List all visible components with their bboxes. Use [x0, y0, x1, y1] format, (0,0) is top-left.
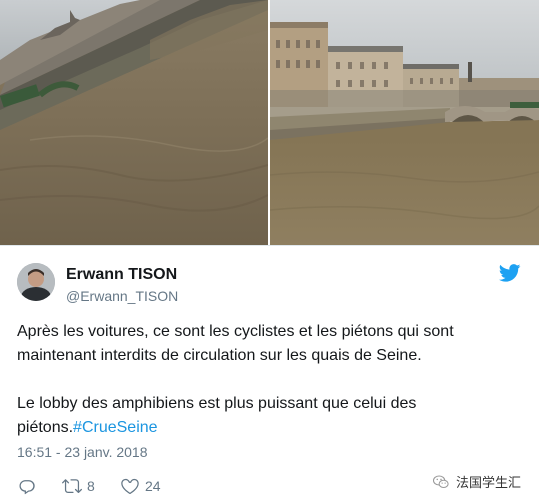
photo-flooded-seine-right[interactable] — [270, 0, 539, 245]
author-display-name[interactable]: Erwann TISON — [66, 266, 177, 284]
heart-icon — [121, 478, 139, 495]
author-handle[interactable]: @Erwann_TISON — [66, 288, 178, 304]
watermark-text: 法国学生汇 — [456, 476, 522, 491]
photo-flooded-seine-left[interactable] — [0, 0, 268, 245]
tweet-media[interactable] — [0, 0, 539, 245]
avatar[interactable] — [17, 263, 55, 301]
twitter-bird-icon[interactable] — [498, 264, 521, 282]
avatar-portrait-icon — [17, 263, 55, 301]
watermark: 法国学生汇 — [432, 472, 521, 491]
like-button[interactable]: 24 — [120, 475, 161, 497]
reply-button[interactable] — [17, 475, 37, 497]
photo-flood-bridge-image — [270, 0, 539, 245]
tweet-paragraph-2: Le lobby des amphibiens est plus puissan… — [17, 392, 527, 440]
hashtag-link[interactable]: #CrueSeine — [73, 419, 158, 436]
tweet-text: Après les voitures, ce sont les cycliste… — [17, 320, 527, 440]
like-count: 24 — [145, 478, 161, 494]
retweet-icon — [62, 479, 82, 494]
retweet-count: 8 — [87, 478, 95, 494]
tweet-paragraph-1: Après les voitures, ce sont les cycliste… — [17, 323, 454, 364]
wechat-icon — [432, 474, 449, 488]
reply-icon — [19, 480, 35, 495]
photo-flood-quay-image — [0, 0, 268, 245]
tweet-card: Erwann TISON @Erwann_TISON Après les voi… — [0, 245, 539, 504]
tweet-timestamp[interactable]: 16:51 - 23 janv. 2018 — [17, 444, 148, 460]
retweet-button[interactable]: 8 — [62, 475, 95, 497]
